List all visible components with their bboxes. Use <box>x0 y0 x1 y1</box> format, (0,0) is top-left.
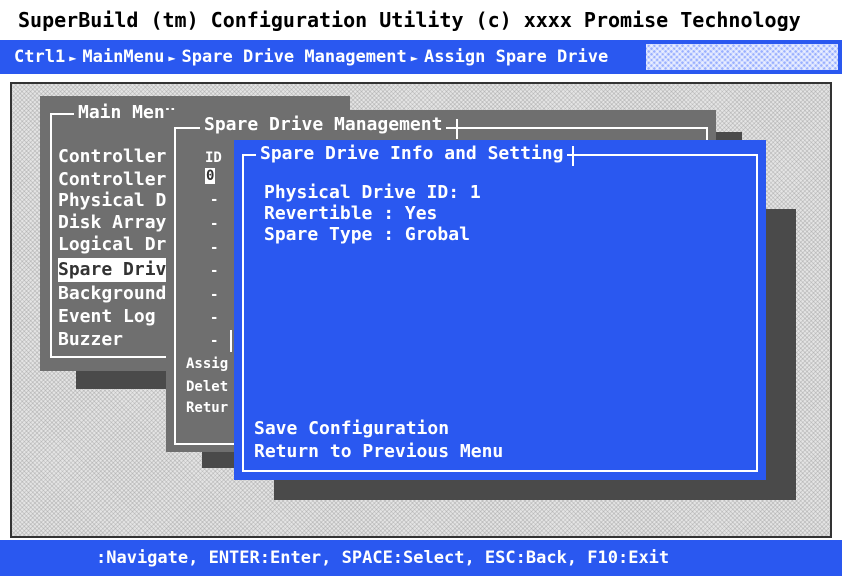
breadcrumb-item-assign-spare-drive: Assign Spare Drive <box>423 47 609 67</box>
save-configuration-option[interactable]: Save Configuration <box>254 419 449 439</box>
chevron-right-icon: ► <box>410 51 418 65</box>
column-divider <box>230 330 232 352</box>
menu-item-disk-array[interactable]: Disk Array <box>58 211 166 235</box>
spare-drive-management-title: Spare Drive Management <box>200 114 447 136</box>
breadcrumb-item-mainmenu[interactable]: MainMenu <box>82 47 164 67</box>
physical-drive-id: Physical Drive ID: 1 <box>264 182 481 203</box>
id-column-header: ID <box>205 150 222 166</box>
menu-item-event-log[interactable]: Event Log <box>58 305 156 329</box>
id-cell[interactable]: - <box>210 216 218 232</box>
menu-item-spare-drive[interactable]: Spare Driv <box>58 258 166 282</box>
status-bar-hints: :Navigate, ENTER:Enter, SPACE:Select, ES… <box>96 548 670 568</box>
id-cell[interactable]: - <box>210 333 218 349</box>
title-divider <box>572 146 574 166</box>
breadcrumb: Ctrl1 ► MainMenu ► Spare Drive Management ► As… <box>14 40 608 75</box>
id-cell[interactable]: - <box>210 192 218 208</box>
return-to-previous-menu-option[interactable]: Return to Previous Menu <box>254 442 503 462</box>
breadcrumb-bar: Ctrl1 ► MainMenu ► Spare Drive Management ► As… <box>0 40 842 74</box>
spare-info-title: Spare Drive Info and Setting <box>256 143 568 165</box>
menu-item-physical-drive[interactable]: Physical D <box>58 189 166 213</box>
breadcrumb-item-spare-drive-management[interactable]: Spare Drive Management <box>182 47 407 67</box>
main-menu-title: Main Menu <box>74 102 180 124</box>
menu-item-controller-1[interactable]: Controller <box>58 145 166 169</box>
status-bar: :Navigate, ENTER:Enter, SPACE:Select, ES… <box>0 540 842 576</box>
chevron-right-icon: ► <box>69 51 77 65</box>
assign-spare-action[interactable]: Assig <box>186 356 228 372</box>
chevron-right-icon: ► <box>168 51 176 65</box>
id-cell[interactable]: - <box>210 287 218 303</box>
id-cell[interactable]: - <box>210 263 218 279</box>
menu-item-background[interactable]: Background <box>58 282 166 306</box>
id-cell[interactable]: - <box>210 240 218 256</box>
delete-spare-action[interactable]: Delet <box>186 379 228 395</box>
pattern-decoration <box>646 44 838 70</box>
window-title: SuperBuild (tm) Configuration Utility (c… <box>0 0 842 40</box>
id-cell[interactable]: - <box>210 310 218 326</box>
revertible-value[interactable]: Revertible : Yes <box>264 204 437 224</box>
menu-item-logical-drive[interactable]: Logical Dr <box>58 233 166 257</box>
breadcrumb-item-ctrl1[interactable]: Ctrl1 <box>14 47 65 67</box>
spare-type-value[interactable]: Spare Type : Grobal <box>264 225 470 245</box>
return-action[interactable]: Retur <box>186 400 228 416</box>
menu-item-buzzer[interactable]: Buzzer <box>58 328 123 352</box>
title-divider <box>456 119 458 139</box>
id-cell[interactable]: 0 <box>205 168 216 184</box>
